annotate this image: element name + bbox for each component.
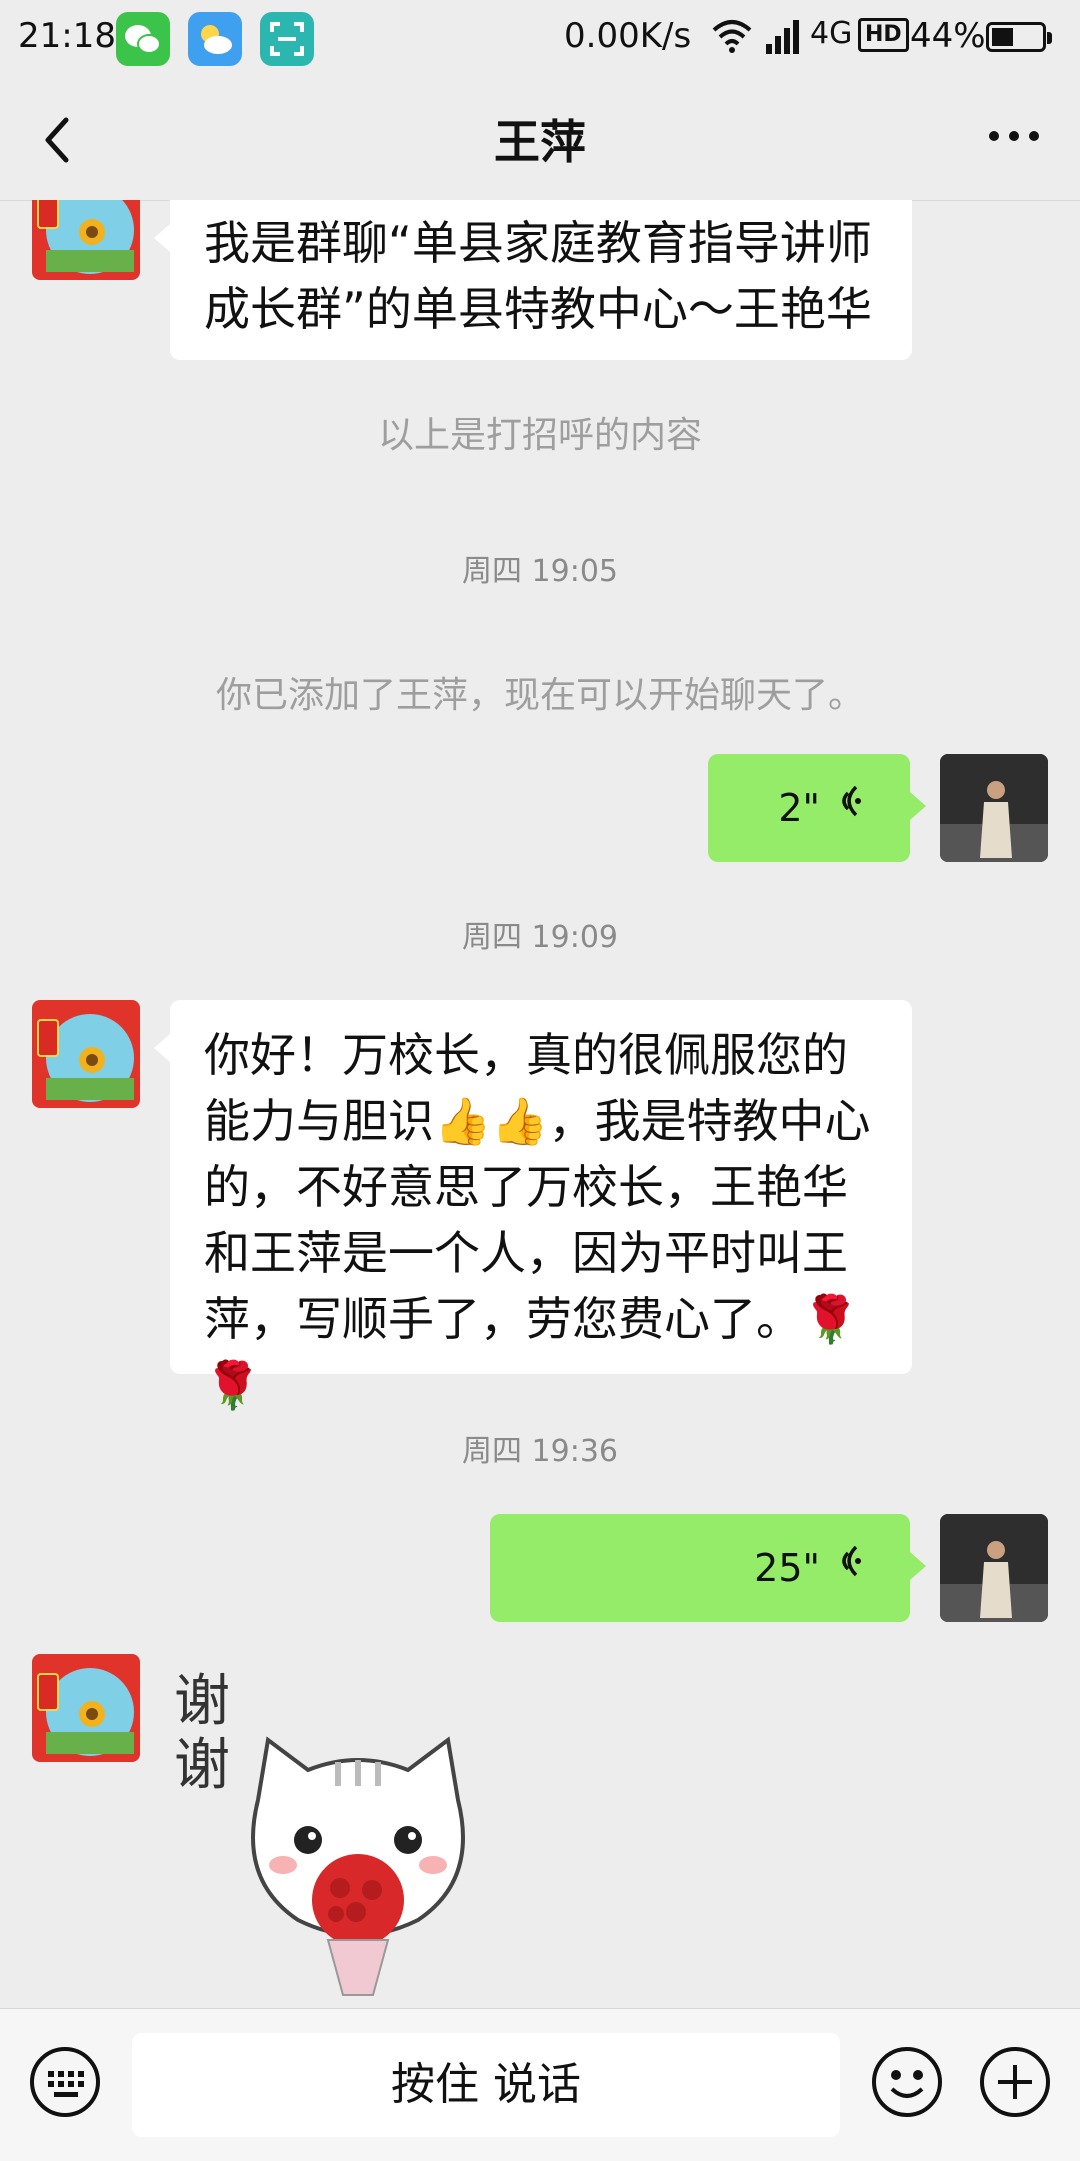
voice-wave-icon: [834, 775, 866, 841]
voice-duration: 25": [754, 1546, 820, 1590]
network-speed: 0.00K/s: [564, 16, 692, 56]
cell-signal-icon: [764, 14, 804, 67]
timestamp: 周四 19:36: [462, 1434, 618, 1469]
input-bar: 按住 说话: [0, 2008, 1080, 2161]
emoji-icon[interactable]: [870, 2045, 944, 2119]
message-list[interactable]: 我是群聊“单县家庭教育指导讲师成长群”的单县特教中心～王艳华 以上是打招呼的内容…: [0, 200, 1080, 2008]
voice-message-bubble[interactable]: 2": [708, 754, 926, 862]
voice-wave-icon: [834, 1535, 866, 1601]
text-message-bubble[interactable]: 你好！万校长，真的很佩服您的能力与胆识👍👍，我是特教中心的，不好意思了万校长，王…: [154, 1000, 912, 1412]
my-avatar[interactable]: [940, 754, 1048, 862]
network-type: 4G: [810, 16, 853, 51]
contact-avatar[interactable]: [32, 1654, 140, 1762]
greeting-message-text: 我是群聊“单县家庭教育指导讲师成长群”的单县特教中心～王艳华: [204, 216, 872, 336]
sticker-text-1: 谢: [174, 1669, 230, 1734]
battery-icon: [986, 22, 1052, 52]
timestamp: 周四 19:09: [462, 920, 618, 955]
greeting-note: 以上是打招呼的内容: [377, 415, 702, 456]
hold-to-talk-button[interactable]: 按住 说话: [132, 2033, 840, 2137]
message-text: 你好！万校长，真的很佩服您的能力与胆识👍👍，我是特教中心的，不好意思了万校长，王…: [204, 1028, 871, 1412]
weather-notification-icon: [188, 12, 242, 66]
timestamp: 周四 19:05: [462, 554, 618, 589]
voice-message-bubble[interactable]: 25": [490, 1514, 926, 1622]
status-bar: 21:18 0.00K/s 4G HD 44%: [0, 0, 1080, 76]
voice-duration: 2": [778, 786, 820, 830]
friend-added-notice: 你已添加了王萍，现在可以开始聊天了。: [215, 675, 864, 716]
contact-avatar[interactable]: [32, 1000, 140, 1108]
scan-notification-icon: [260, 12, 314, 66]
contact-avatar[interactable]: [32, 200, 140, 280]
sticker-text-2: 谢: [174, 1733, 230, 1798]
greeting-message-bubble[interactable]: 我是群聊“单县家庭教育指导讲师成长群”的单县特教中心～王艳华: [154, 200, 912, 360]
chat-header: 王萍: [0, 76, 1080, 201]
status-time: 21:18: [18, 16, 116, 56]
wifi-icon: [710, 14, 754, 67]
my-avatar[interactable]: [940, 1514, 1048, 1622]
more-options-icon[interactable]: [984, 116, 1044, 156]
cat-sticker[interactable]: 谢 谢: [168, 1650, 508, 2000]
add-more-icon[interactable]: [978, 2045, 1052, 2119]
battery-percent: 44%: [910, 16, 986, 56]
chat-title: 王萍: [494, 115, 586, 169]
wechat-notification-icon: [116, 12, 170, 66]
hd-voice-badge: HD: [858, 18, 909, 52]
keyboard-icon[interactable]: [28, 2045, 102, 2119]
